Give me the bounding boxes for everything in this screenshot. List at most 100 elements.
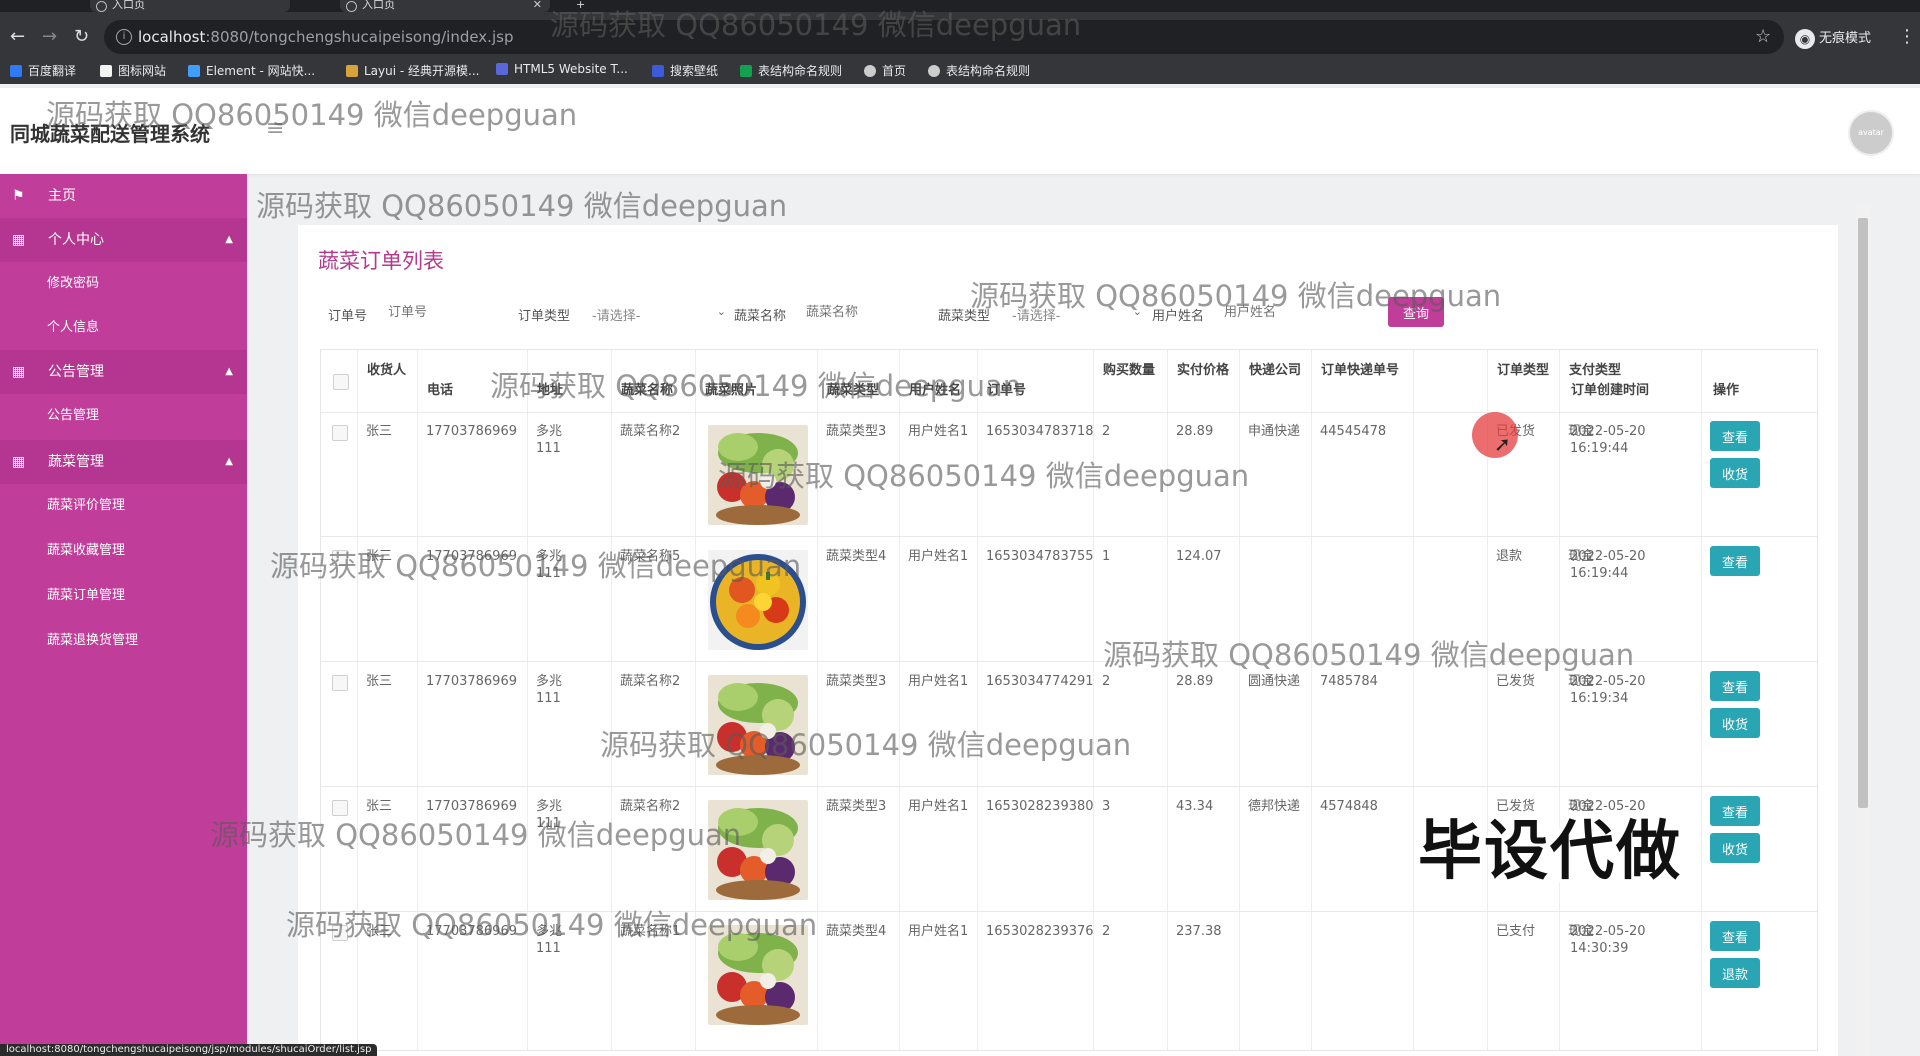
cell-user: 用户姓名1 [908,549,969,564]
forward-arrow-icon[interactable]: → [42,27,57,47]
cell-price: 28.89 [1176,674,1214,689]
sidebar-item-personal-info[interactable]: 个人信息 [0,306,247,350]
back-arrow-icon[interactable]: ← [10,27,25,47]
cell-order-no: 1653028239380 [986,799,1094,814]
grid-icon: ▦ [12,454,26,470]
row-divider [321,786,1817,787]
bookmark-item[interactable]: 表结构命名规则 [928,62,1030,79]
incognito-indicator[interactable]: ◉ 无痕模式 [1795,27,1871,49]
cell-phone: 17703786969 [426,799,517,814]
query-button[interactable]: 查询 [1388,297,1444,327]
hamburger-menu-icon[interactable]: ≡ [266,116,284,141]
cell-order-no: 1653034774291 [986,674,1094,689]
receive-button[interactable]: 收货 [1710,833,1760,863]
scrollbar-thumb[interactable] [1858,218,1868,808]
row-checkbox[interactable] [332,550,348,566]
bookmark-item[interactable]: Layui - 经典开源模... [346,62,479,79]
sidebar-item-label: 蔬菜评价管理 [47,498,126,513]
column-divider [1413,350,1414,1050]
column-header: 用户姓名 [909,383,962,398]
bookmark-item[interactable]: 图标网站 [100,62,166,79]
column-header: 蔬菜照片 [705,383,758,398]
view-button[interactable]: 查看 [1710,421,1760,451]
bookmark-item[interactable]: HTML5 Website T... [496,62,628,76]
close-icon[interactable]: ✕ [533,0,542,10]
bookmark-item[interactable]: 表结构命名规则 [740,62,842,79]
view-button[interactable]: 查看 [1710,796,1760,826]
vegetable-photo [708,425,808,525]
vegetable-photo [708,675,808,775]
more-menu-icon[interactable]: ⋮ [1898,26,1916,47]
user-name-label: 用户姓名 [1152,309,1205,324]
cell-created: 2022-05-20 16:19:44 [1570,549,1646,581]
row-checkbox[interactable] [332,675,348,691]
column-divider [899,350,900,1050]
row-divider [321,661,1817,662]
bookmark-label: 表结构命名规则 [758,64,843,78]
veg-type-value: -请选择- [1012,309,1061,324]
browser-tab[interactable]: 入口页 [90,0,290,12]
vegetable-photo [708,800,808,900]
row-checkbox[interactable] [332,800,348,816]
veg-type-select[interactable]: -请选择- ⌄ [1012,305,1142,324]
sidebar-item-veg-return[interactable]: 蔬菜退换货管理 [0,619,247,663]
sidebar-group-personal[interactable]: ▦ 个人中心 ▲ [0,218,247,262]
sidebar-item-veg-favorite[interactable]: 蔬菜收藏管理 [0,529,247,573]
sidebar-item-label: 修改密码 [47,276,100,291]
column-divider [1167,350,1168,1050]
status-link-preview: localhost:8080/tongchengshucaipeisong/js… [0,1044,378,1056]
column-header: 支付类型 [1569,363,1622,378]
avatar[interactable]: avatar [1848,110,1894,156]
sidebar-item-veg-order[interactable]: 蔬菜订单管理 [0,574,247,618]
cell-receiver: 张三 [366,424,393,439]
refund-button[interactable]: 退款 [1710,958,1760,988]
view-button[interactable]: 查看 [1710,546,1760,576]
bookmark-label: 表结构命名规则 [946,64,1031,78]
sidebar-item-notice-manage[interactable]: 公告管理 [0,394,247,438]
cell-price: 43.34 [1176,799,1214,814]
sidebar-item-label: 蔬菜收藏管理 [47,543,126,558]
cell-address: 多兆111 [536,674,563,706]
receive-button[interactable]: 收货 [1710,458,1760,488]
row-checkbox[interactable] [332,425,348,441]
bookmark-icon [740,65,752,77]
select-all-checkbox[interactable] [333,374,349,390]
info-icon[interactable]: i [116,29,132,45]
row-checkbox[interactable] [332,925,348,941]
bookmark-item[interactable]: 首页 [864,62,906,79]
column-divider [695,350,696,1050]
receive-button[interactable]: 收货 [1710,708,1760,738]
bookmark-item[interactable]: 百度翻译 [10,62,76,79]
view-button[interactable]: 查看 [1710,671,1760,701]
cell-qty: 2 [1102,424,1111,439]
column-divider [357,350,358,1050]
cell-veg-name: 蔬菜名称2 [620,799,681,814]
sidebar-item-veg-review[interactable]: 蔬菜评价管理 [0,484,247,528]
cell-user: 用户姓名1 [908,799,969,814]
new-tab-button[interactable]: + [570,0,594,12]
order-type-label: 订单类型 [518,309,571,324]
bookmark-item[interactable]: Element - 网站快... [188,62,315,79]
column-header: 订单号 [987,383,1027,398]
watermark: 源码获取 QQ86050149 微信deepguan [256,189,788,223]
sidebar-item-change-password[interactable]: 修改密码 [0,262,247,306]
url-field[interactable]: i localhost:8080/tongchengshucaipeisong/… [104,20,1784,54]
sidebar-item-home[interactable]: ⚑ 主页 [0,174,247,218]
cell-courier: 申通快递 [1248,424,1301,439]
column-header: 订单类型 [1497,363,1550,378]
veg-name-input[interactable] [802,295,922,329]
bookmark-label: Layui - 经典开源模... [364,64,480,78]
view-button[interactable]: 查看 [1710,921,1760,951]
sidebar-group-vegetable[interactable]: ▦ 蔬菜管理 ▲ [0,440,247,484]
cell-veg-name: 蔬菜名称2 [620,674,681,689]
bookmark-item[interactable]: 搜索壁纸 [652,62,718,79]
cell-phone: 17703786969 [426,674,517,689]
order-type-select[interactable]: -请选择- ⌄ [592,305,726,324]
order-no-input[interactable] [384,295,494,329]
browser-tab[interactable]: 入口页 ✕ [340,0,550,12]
reload-icon[interactable]: ↻ [74,27,89,47]
sidebar-group-notice[interactable]: ▦ 公告管理 ▲ [0,350,247,394]
avatar-label: avatar [1858,128,1884,137]
bookmark-star-icon[interactable]: ☆ [1755,26,1771,47]
user-name-input[interactable] [1220,295,1340,329]
